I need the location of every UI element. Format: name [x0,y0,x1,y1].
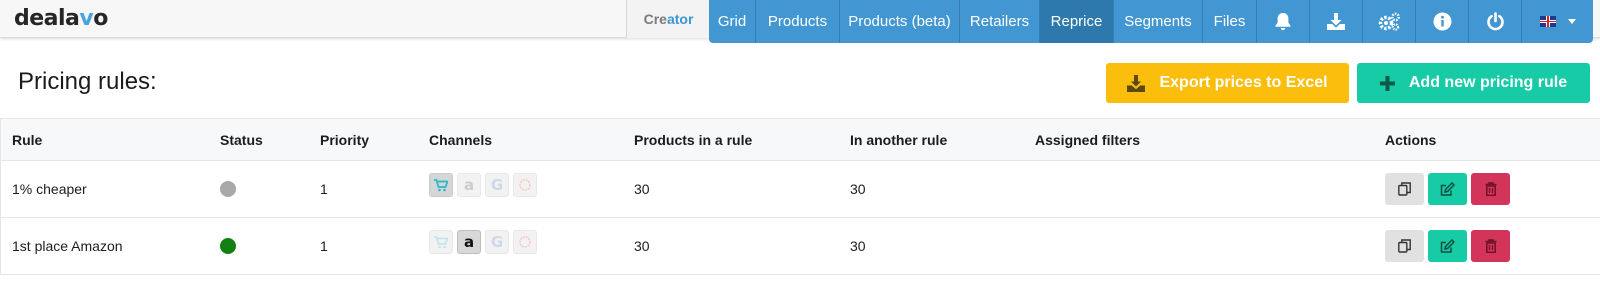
table-row: 1st place Amazon 1 a G 30 30 [1,218,1600,275]
header-assigned-filters: Assigned filters [1035,131,1141,148]
channels-cell: a G [429,161,537,217]
google-icon: G [485,230,509,254]
nav-segments[interactable]: Segments [1114,0,1203,43]
rule-name: 1st place Amazon [12,238,123,254]
status-inactive-icon [220,181,236,197]
add-pricing-rule-button[interactable]: Add new pricing rule [1357,63,1590,103]
header-products-in-rule[interactable]: Products in a rule [634,119,752,160]
products-in-rule-value: 30 [634,238,650,254]
header-channels: Channels [429,131,493,148]
priority-value: 1 [320,181,328,197]
language-selector[interactable] [1522,0,1594,43]
table-row: 1% cheaper 1 a G 30 30 [1,161,1600,218]
header-in-another-rule[interactable]: In another rule [850,119,947,160]
channels-cell: a G [429,218,537,274]
amazon-icon: a [457,173,481,197]
edit-icon [1440,181,1455,196]
nav-reprice[interactable]: Reprice [1040,0,1114,43]
status-active-icon [220,238,236,254]
actions-cell [1385,218,1510,274]
uk-flag-icon [1540,16,1556,27]
edit-rule-button[interactable] [1428,230,1467,262]
plus-icon [1379,75,1395,91]
trash-icon [1485,182,1496,196]
download-icon [1127,74,1146,92]
edit-icon [1440,238,1455,253]
ceneo-icon [513,173,537,197]
in-another-rule-value: 30 [850,181,866,197]
export-prices-button[interactable]: Export prices to Excel [1106,63,1349,103]
copy-icon [1398,182,1411,196]
actions-cell [1385,161,1510,217]
in-another-rule-value: 30 [850,238,866,254]
amazon-icon: a [457,230,481,254]
nav-products[interactable]: Products [756,0,840,43]
status-dot [220,218,236,274]
bell-icon[interactable] [1257,0,1310,43]
rule-name: 1% cheaper [12,181,87,197]
nav-files[interactable]: Files [1203,0,1257,43]
gears-icon[interactable] [1363,0,1416,43]
header-priority[interactable]: Priority [320,119,369,160]
shopping-cart-icon [429,230,453,254]
add-pricing-rule-label: Add new pricing rule [1408,74,1568,91]
delete-rule-button[interactable] [1471,230,1510,262]
pricing-rules-table: Rule Status Priority Channels Products i… [0,118,1600,275]
download-icon[interactable] [1310,0,1363,43]
delete-rule-button[interactable] [1471,173,1510,205]
dealavo-logo[interactable]: dealavo [14,6,108,31]
creator-link[interactable]: Creator [626,0,710,38]
export-prices-label: Export prices to Excel [1159,74,1328,91]
trash-icon [1485,239,1496,253]
copy-icon [1398,239,1411,253]
nav-products-beta[interactable]: Products (beta) [840,0,960,43]
power-icon[interactable] [1469,0,1522,43]
edit-rule-button[interactable] [1428,173,1467,205]
page-title: Pricing rules: [18,68,157,95]
caret-down-icon [1568,19,1576,24]
main-nav: Grid Products Products (beta) Retailers … [709,0,1593,43]
copy-rule-button[interactable] [1385,230,1424,262]
status-dot [220,161,236,217]
header-rule[interactable]: Rule [12,119,42,160]
ceneo-icon [513,230,537,254]
google-icon: G [485,173,509,197]
products-in-rule-value: 30 [634,181,650,197]
header-actions: Actions [1385,131,1437,148]
header-status[interactable]: Status [220,119,263,160]
copy-rule-button[interactable] [1385,173,1424,205]
nav-grid[interactable]: Grid [709,0,756,43]
priority-value: 1 [320,238,328,254]
nav-retailers[interactable]: Retailers [960,0,1040,43]
shopping-cart-icon [429,173,453,197]
info-icon[interactable] [1416,0,1469,43]
table-header: Rule Status Priority Channels Products i… [1,118,1600,161]
